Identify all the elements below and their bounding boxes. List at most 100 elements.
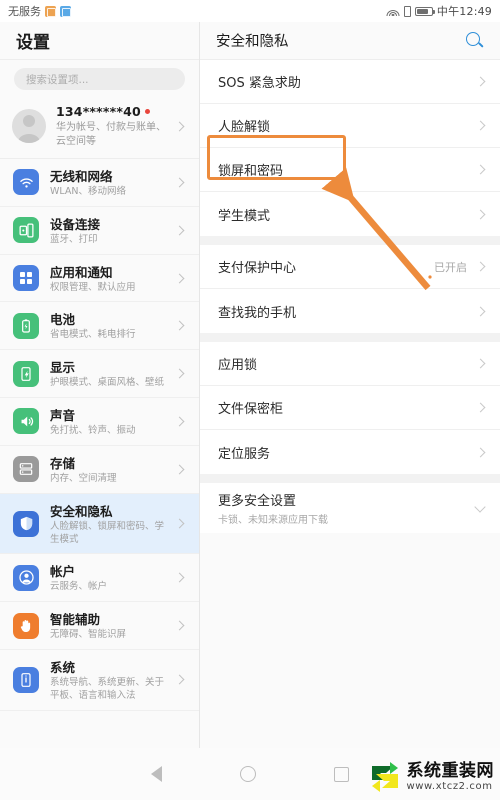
section-separator [200, 333, 500, 342]
sidebar-item-subtitle: 云服务、帐户 [50, 581, 108, 593]
sidebar-item-label: 无线和网络 [50, 169, 113, 184]
sidebar-item-text: 系统 系统导航、系统更新、关于平板、语言和输入法 [50, 657, 165, 703]
sidebar-item-7[interactable]: 存储 内存、空间清理 [0, 446, 199, 494]
settings-row-label: 人脸解锁 [218, 120, 271, 135]
settings-row[interactable]: 人脸解锁 [200, 104, 500, 148]
sidebar-item-subtitle: WLAN、移动网络 [50, 186, 127, 197]
recents-square-icon[interactable] [334, 766, 349, 782]
chevron-right-icon [174, 225, 185, 236]
sidebar-item-text: 应用和通知 权限管理、默认应用 [50, 262, 165, 295]
sidebar-item-text: 智能辅助 无障碍、智能识屏 [50, 609, 165, 642]
sidebar-item-3[interactable]: 应用和通知 权限管理、默认应用 [0, 255, 199, 303]
sidebar-item-label: 安全和隐私 [50, 503, 113, 519]
search-input[interactable]: 搜索设置项... [14, 68, 185, 90]
back-triangle-icon[interactable] [151, 766, 162, 782]
settings-row-text: 定位服务 [218, 443, 477, 462]
settings-row-label: 支付保护中心 [218, 261, 297, 276]
settings-row-text: 应用锁 [218, 354, 477, 373]
sidebar-item-1[interactable]: 无线和网络 WLAN、移动网络 [0, 159, 199, 207]
chevron-right-icon [475, 402, 486, 413]
sidebar-item-label: 设备连接 [50, 216, 101, 232]
settings-row-label: 查找我的手机 [218, 305, 297, 321]
settings-row-subtitle: 卡锁、未知来源应用下载 [218, 515, 328, 526]
app-icon-orange [45, 5, 56, 17]
settings-row-label: 文件保密柜 [218, 402, 284, 417]
app-icon-blue [60, 5, 71, 17]
shield-icon [13, 510, 39, 537]
home-circle-icon[interactable] [240, 766, 256, 782]
sidebar-item-text: 设备连接 蓝牙、打印 [50, 214, 165, 247]
settings-row-label: 应用锁 [218, 358, 258, 373]
settings-row-label: 定位服务 [218, 446, 271, 462]
sidebar-item-8[interactable]: 安全和隐私 人脸解锁、锁屏和密码、学生模式 [0, 493, 199, 555]
battery-icon [13, 312, 39, 339]
sidebar-item-text: 显示 护眼模式、桌面风格、壁纸 [50, 357, 165, 390]
chevron-right-icon [475, 76, 486, 87]
hand-icon [13, 612, 39, 639]
chevron-right-icon [475, 209, 486, 219]
search-icon[interactable] [465, 31, 484, 50]
page-title: 设置 [0, 22, 199, 60]
settings-row[interactable]: 查找我的手机 [200, 289, 500, 333]
settings-row[interactable]: 定位服务 [200, 430, 500, 474]
account-subtitle: 华为帐号、付款与账单、云空间等 [56, 122, 166, 147]
sidebar-item-text: 电池 省电模式、耗电排行 [50, 309, 165, 342]
content-area: 设置 搜索设置项... 134******40 华为帐号、付款与账单、云空间等 … [0, 22, 500, 748]
sidebar-item-6[interactable]: 声音 免打扰、铃声、振动 [0, 398, 199, 446]
sidebar-item-text: 声音 免打扰、铃声、振动 [50, 405, 165, 438]
sidebar-item-label: 系统 [50, 659, 76, 675]
battery-icon [414, 6, 435, 16]
chevron-right-icon [475, 164, 486, 175]
account-text: 134******40 华为帐号、付款与账单、云空间等 [56, 104, 166, 148]
display-icon [13, 360, 39, 387]
sidebar-item-subtitle: 护眼模式、桌面风格、壁纸 [50, 377, 165, 389]
section-separator [200, 236, 500, 245]
sidebar-item-label: 显示 [50, 360, 76, 376]
sidebar-item-subtitle: 蓝牙、打印 [50, 233, 98, 245]
sidebar-item-11[interactable]: 系统 系统导航、系统更新、关于平板、语言和输入法 [0, 650, 199, 711]
watermark-url: www.xtcz2.com [406, 780, 493, 792]
watermark-name: 系统重装网 [406, 760, 494, 781]
watermark-logo-icon [371, 762, 398, 792]
chevron-right-icon [174, 177, 185, 188]
account-row[interactable]: 134******40 华为帐号、付款与账单、云空间等 [0, 96, 199, 159]
device-screen: 无服务 中午12:49 设置 搜索设置项... 134******40 华为帐号… [0, 0, 500, 800]
settings-row[interactable]: SOS 紧急求助 [200, 60, 500, 104]
sidebar-item-2[interactable]: 设备连接 蓝牙、打印 [0, 207, 199, 255]
sidebar-item-subtitle: 免打扰、铃声、振动 [50, 425, 136, 437]
watermark-text: 系统重装网 www.xtcz2.com [406, 760, 495, 792]
settings-row-value: 已开启 [434, 260, 467, 274]
sidebar-item-subtitle: 内存、空间清理 [50, 472, 117, 484]
settings-row[interactable]: 支付保护中心 已开启 [200, 245, 500, 289]
status-bar: 无服务 中午12:49 [0, 0, 500, 22]
sidebar-item-9[interactable]: 帐户 云服务、帐户 [0, 554, 199, 603]
notification-dot-icon [144, 109, 150, 114]
sidebar-item-5[interactable]: 显示 护眼模式、桌面风格、壁纸 [0, 350, 199, 399]
chevron-right-icon [174, 674, 185, 685]
security-settings-list: SOS 紧急求助人脸解锁锁屏和密码学生模式支付保护中心 已开启查找我的手机 应用锁文… [200, 60, 500, 748]
watermark: 系统重装网 www.xtcz2.com [368, 760, 495, 794]
settings-row[interactable]: 锁屏和密码 [200, 148, 500, 192]
chevron-right-icon [174, 121, 185, 131]
settings-row-label: 学生模式 [218, 208, 271, 224]
sidebar-item-10[interactable]: 智能辅助 无障碍、智能识屏 [0, 602, 199, 650]
detail-header: 安全和隐私 [200, 22, 500, 60]
settings-row[interactable]: 文件保密柜 [200, 386, 500, 430]
apps-grid-icon [13, 265, 39, 292]
chevron-right-icon [174, 416, 185, 427]
sidebar-item-label: 应用和通知 [50, 264, 113, 280]
sound-icon [13, 408, 39, 435]
settings-row-label: 锁屏和密码 [218, 164, 284, 179]
settings-row[interactable]: 更多安全设置 卡锁、未知来源应用下载 [200, 483, 500, 533]
chevron-right-icon [174, 572, 185, 583]
account-name-wrap: 134******40 [56, 104, 166, 119]
sidebar-item-subtitle: 无障碍、智能识屏 [50, 629, 127, 641]
carrier-label: 无服务 [8, 5, 41, 18]
section-separator [200, 474, 500, 483]
settings-row[interactable]: 应用锁 [200, 342, 500, 386]
settings-row[interactable]: 学生模式 [200, 192, 500, 236]
sidebar-item-4[interactable]: 电池 省电模式、耗电排行 [0, 302, 199, 351]
sidebar-item-text: 帐户 云服务、帐户 [50, 561, 165, 594]
sidebar-item-subtitle: 省电模式、耗电排行 [50, 329, 136, 341]
settings-sidebar: 设置 搜索设置项... 134******40 华为帐号、付款与账单、云空间等 … [0, 22, 200, 748]
